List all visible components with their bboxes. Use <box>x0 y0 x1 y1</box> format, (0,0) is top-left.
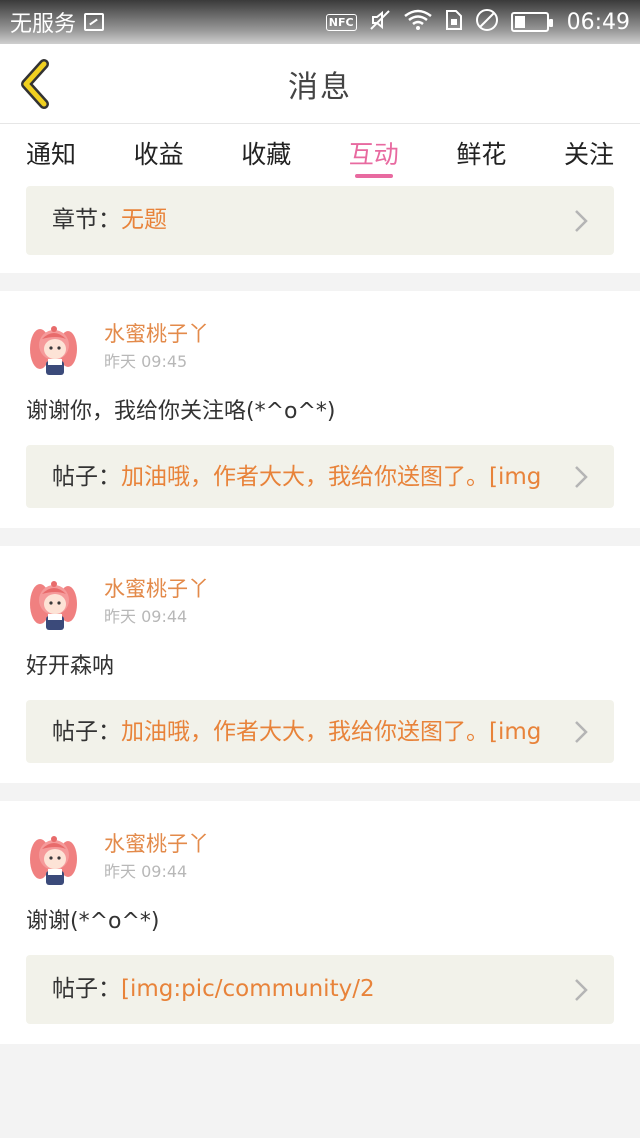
message-feed: 章节：无题 水蜜桃子丫 昨天 09:45 谢谢你，我给你关注咯(*^o^*) 帖… <box>0 182 640 1062</box>
ref-text: 加油哦，作者大大，我给你送图了。[img <box>121 719 542 745</box>
post-link[interactable]: 帖子：加油哦，作者大大，我给你送图了。[img <box>26 700 614 763</box>
chevron-right-icon <box>575 720 588 743</box>
chevron-right-icon <box>575 465 588 488</box>
chapter-link[interactable]: 章节：无题 <box>26 186 614 255</box>
back-button[interactable] <box>16 58 56 110</box>
status-bar: 无服务 NFC 06:49 <box>0 0 640 44</box>
message-card: 水蜜桃子丫 昨天 09:44 好开森呐 帖子：加油哦，作者大大，我给你送图了。[… <box>0 546 640 783</box>
tab-favorites[interactable]: 收藏 <box>241 124 291 182</box>
chevron-right-icon <box>575 209 588 232</box>
battery-icon <box>510 12 553 32</box>
sim-icon <box>445 9 463 36</box>
avatar[interactable] <box>26 319 82 379</box>
timestamp: 昨天 09:44 <box>104 607 188 626</box>
comment-text: 谢谢你，我给你关注咯(*^o^*) <box>26 399 336 424</box>
post-link[interactable]: 帖子：加油哦，作者大大，我给你送图了。[img <box>26 445 614 508</box>
post-link[interactable]: 帖子：[img:pic/community/2 <box>26 955 614 1024</box>
ref-label: 帖子： <box>52 976 121 1002</box>
no-disturb-icon <box>475 8 499 37</box>
ref-text: 无题 <box>121 207 167 233</box>
comment-text: 好开森呐 <box>26 654 115 679</box>
image-icon <box>84 13 105 31</box>
carrier-text: 无服务 <box>10 12 77 37</box>
message-card: 章节：无题 <box>0 182 640 273</box>
avatar[interactable] <box>26 574 82 634</box>
mute-icon <box>369 9 391 36</box>
username[interactable]: 水蜜桃子丫 <box>104 319 209 349</box>
ref-label: 章节： <box>52 207 121 233</box>
timestamp: 昨天 09:45 <box>104 352 188 371</box>
ref-label: 帖子： <box>52 464 121 490</box>
timestamp: 昨天 09:44 <box>104 862 188 881</box>
tab-bar: 通知 收益 收藏 互动 鲜花 关注 <box>0 124 640 182</box>
user-row: 水蜜桃子丫 昨天 09:44 <box>26 572 614 634</box>
clock-time: 06:49 <box>566 9 630 35</box>
username[interactable]: 水蜜桃子丫 <box>104 574 209 604</box>
tab-earnings[interactable]: 收益 <box>134 124 184 182</box>
ref-text: [img:pic/community/2 <box>121 976 375 1002</box>
user-row: 水蜜桃子丫 昨天 09:44 <box>26 827 614 889</box>
comment-text: 谢谢(*^o^*) <box>26 909 160 934</box>
page-title: 消息 <box>288 69 352 105</box>
chevron-right-icon <box>575 978 588 1001</box>
user-row: 水蜜桃子丫 昨天 09:45 <box>26 317 614 379</box>
tab-following[interactable]: 关注 <box>564 124 614 182</box>
chevron-left-icon <box>21 59 49 109</box>
tab-flowers[interactable]: 鲜花 <box>456 124 506 182</box>
message-card: 水蜜桃子丫 昨天 09:45 谢谢你，我给你关注咯(*^o^*) 帖子：加油哦，… <box>0 291 640 528</box>
username[interactable]: 水蜜桃子丫 <box>104 829 209 859</box>
nfc-icon: NFC <box>325 13 357 31</box>
avatar[interactable] <box>26 829 82 889</box>
wifi-icon <box>403 9 433 36</box>
app-header: 消息 <box>0 44 640 124</box>
ref-text: 加油哦，作者大大，我给你送图了。[img <box>121 464 542 490</box>
tab-notifications[interactable]: 通知 <box>26 124 76 182</box>
ref-label: 帖子： <box>52 719 121 745</box>
message-card: 水蜜桃子丫 昨天 09:44 谢谢(*^o^*) 帖子：[img:pic/com… <box>0 801 640 1044</box>
tab-interactions[interactable]: 互动 <box>349 124 399 182</box>
